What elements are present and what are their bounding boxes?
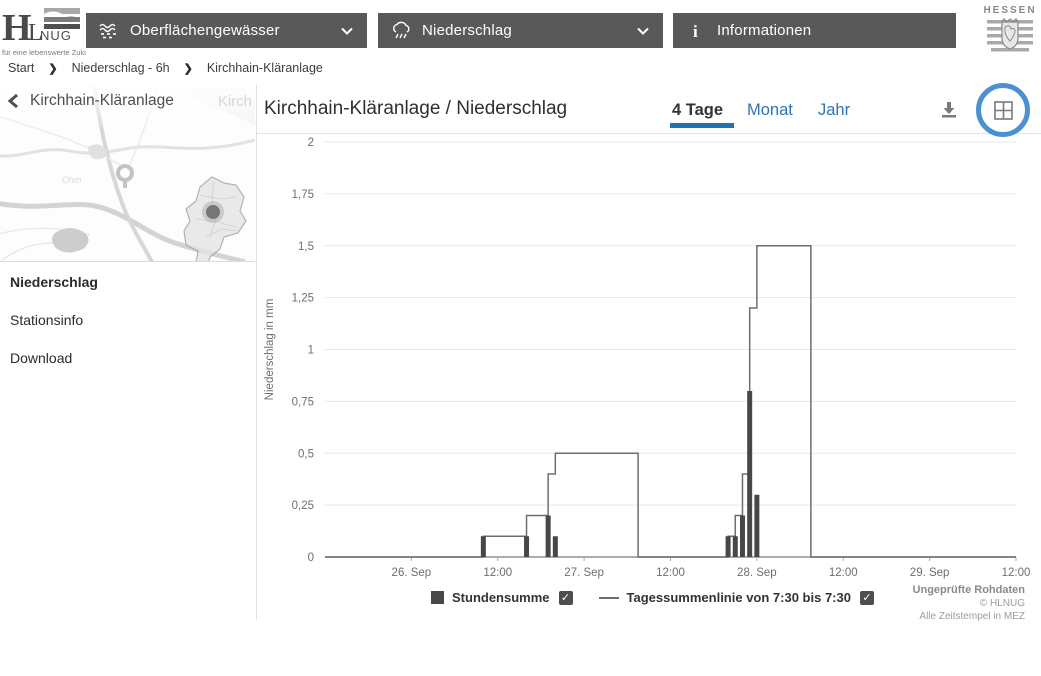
svg-text:i: i — [693, 22, 698, 41]
info-icon: i — [685, 21, 707, 41]
svg-text:0,5: 0,5 — [298, 448, 314, 460]
hessen-inset-map — [184, 177, 246, 262]
svg-text:2: 2 — [308, 137, 314, 149]
svg-text:1: 1 — [308, 345, 314, 357]
y-axis-label: Niederschlag in mm — [264, 299, 276, 401]
svg-text:12:00: 12:00 — [483, 567, 512, 579]
rain-cloud-icon — [390, 21, 412, 41]
breadcrumb-separator-icon: ❯ — [48, 62, 57, 75]
chart-gridlines — [325, 142, 1016, 561]
logo-tagline: für eine lebenswerte Zukunft — [2, 48, 86, 57]
svg-text:0,75: 0,75 — [292, 396, 314, 408]
water-surface-icon — [98, 21, 120, 41]
active-tab-underline — [670, 123, 734, 128]
chart-axis-labels: 0 0,25 0,5 0,75 1 1,25 1,5 1,75 2 26. Sep 12:00 27.… — [292, 137, 1031, 579]
chevron-down-icon — [339, 23, 355, 39]
map-place-label: Kirch — [218, 93, 252, 110]
sidebar-item-niederschlag[interactable]: Niederschlag — [0, 263, 255, 301]
hessen-logo: HESSEN — [982, 5, 1038, 61]
nav-dropdown-oberflaechengewaesser[interactable]: Oberflächengewässer — [86, 13, 367, 48]
checkbox-tagessummenlinie[interactable]: ✓ — [860, 591, 874, 605]
precip-chart: 0 0,25 0,5 0,75 1 1,25 1,5 1,75 2 26. Sep 12:00 27.… — [257, 134, 1041, 580]
svg-text:NUG: NUG — [40, 28, 72, 43]
svg-text:1,75: 1,75 — [292, 189, 314, 201]
svg-text:1,25: 1,25 — [292, 293, 314, 305]
tab-monat[interactable]: Monat — [747, 101, 793, 120]
page: H L NUG für eine lebenswerte Zukunft Obe… — [0, 0, 1041, 676]
nav-dropdown-label: Niederschlag — [422, 22, 635, 39]
chevron-down-icon — [635, 23, 651, 39]
nav-dropdown-label: Oberflächengewässer — [130, 22, 339, 39]
tab-4-tage[interactable]: 4 Tage — [672, 101, 723, 120]
disclaimer-line-2: © HLNUG — [913, 597, 1025, 610]
hlnug-logo[interactable]: H L NUG für eine lebenswerte Zukunft — [2, 3, 86, 59]
svg-text:12:00: 12:00 — [1002, 567, 1031, 579]
svg-text:26. Sep: 26. Sep — [392, 567, 432, 579]
disclaimer-line-3: Alle Zeitstempel in MEZ — [913, 610, 1025, 623]
breadcrumb-item-station[interactable]: Kirchhain-Kläranlage — [207, 61, 323, 75]
nav-dropdown-niederschlag[interactable]: Niederschlag — [378, 13, 663, 48]
checkbox-stundensumme[interactable]: ✓ — [559, 591, 573, 605]
legend-bar-swatch — [431, 591, 444, 604]
nav-button-label: Informationen — [717, 22, 944, 39]
river-label: Ohm — [62, 175, 82, 185]
sidebar-item-stationsinfo[interactable]: Stationsinfo — [0, 301, 255, 339]
sidebar-item-download[interactable]: Download — [0, 339, 255, 377]
station-map-panel[interactable]: Ohm Kirch Kirchhain-Kläranlage — [0, 85, 255, 262]
hessen-logo-text: HESSEN — [982, 5, 1038, 16]
landscape-icon — [44, 8, 80, 29]
legend-label-stundensumme: Stundensumme — [452, 590, 550, 605]
svg-text:28. Sep: 28. Sep — [737, 567, 777, 579]
svg-text:1,5: 1,5 — [298, 241, 314, 253]
svg-text:12:00: 12:00 — [656, 567, 685, 579]
svg-text:0,25: 0,25 — [292, 500, 314, 512]
svg-text:29. Sep: 29. Sep — [910, 567, 950, 579]
nav-button-informationen[interactable]: i Informationen — [673, 13, 956, 48]
breadcrumb-separator-icon: ❯ — [184, 62, 193, 75]
breadcrumb: Start ❯ Niederschlag - 6h ❯ Kirchhain-Kl… — [8, 61, 323, 75]
page-title: Kirchhain-Kläranlage / Niederschlag — [264, 98, 567, 120]
chart-legend: Stundensumme ✓ Tagessummenlinie von 7:30… — [431, 590, 874, 605]
tab-jahr[interactable]: Jahr — [818, 101, 850, 120]
legend-line-swatch — [599, 597, 619, 599]
station-title: Kirchhain-Kläranlage — [30, 92, 174, 110]
station-title-bar: Kirchhain-Kläranlage — [6, 92, 174, 110]
chart-bars — [481, 391, 760, 557]
svg-text:27. Sep: 27. Sep — [564, 567, 604, 579]
svg-text:12:00: 12:00 — [829, 567, 858, 579]
table-icon[interactable] — [993, 100, 1014, 121]
svg-text:0: 0 — [308, 552, 314, 564]
disclaimer-line-1: Ungeprüfte Rohdaten — [913, 584, 1025, 597]
download-icon[interactable] — [939, 99, 959, 119]
sidebar-menu: Niederschlag Stationsinfo Download — [0, 263, 255, 377]
data-disclaimer: Ungeprüfte Rohdaten © HLNUG Alle Zeitste… — [913, 584, 1025, 623]
breadcrumb-item-niederschlag-6h[interactable]: Niederschlag - 6h — [72, 61, 170, 75]
legend-label-tagessummenlinie: Tagessummenlinie von 7:30 bis 7:30 — [627, 590, 851, 605]
hessen-coat-of-arms-icon — [985, 16, 1035, 56]
back-chevron-icon[interactable] — [6, 93, 22, 109]
breadcrumb-item-start[interactable]: Start — [8, 61, 34, 75]
inset-marker — [206, 205, 220, 219]
